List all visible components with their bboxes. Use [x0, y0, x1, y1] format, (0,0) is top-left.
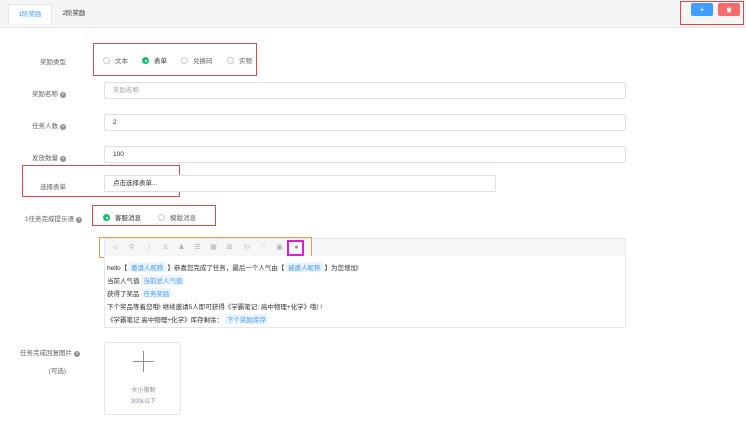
radio-dot [227, 56, 234, 64]
radio-label: 兑换码 [193, 58, 213, 65]
help-icon[interactable]: ? [60, 156, 66, 162]
issue-count-label: 发放数量? [32, 155, 66, 162]
help-icon[interactable]: ? [76, 217, 82, 223]
help-icon[interactable]: ? [74, 351, 80, 357]
help-icon[interactable]: ? [60, 124, 66, 130]
reward-name-input[interactable]: 奖励名称 [104, 82, 626, 99]
radio-label: 实物 [239, 58, 252, 65]
annotation-box-circle-tool [287, 240, 304, 256]
radio-dot [142, 56, 149, 64]
radio-label: 文本 [115, 58, 128, 65]
select-form-input[interactable]: 点击选择表单... [104, 175, 496, 192]
reply-image-label: 任务完成回复图片? [20, 350, 80, 357]
editor-line: 当前人气值 当前总人气值 [107, 275, 185, 285]
editor-line: 下个奖品等着您哦! 继续邀请5人即可获得《学霸笔记: 高中物理+化学》哦! ! [107, 304, 323, 311]
plus-icon-vertical [143, 351, 144, 372]
variable-tag[interactable]: 邀请人昵称 [129, 262, 166, 272]
message-editor[interactable]: hello【 邀请人昵称 】恭喜您完成了任务，最后一个人气由【 被邀人昵称 】为… [104, 256, 626, 328]
radio-label: 模版消息 [170, 215, 196, 222]
task-count-input[interactable]: 2 [104, 114, 626, 131]
variable-tag[interactable]: 下个奖励库存 [224, 314, 268, 324]
radio-text[interactable]: 文本 [103, 55, 128, 65]
task-count-label: 任务人数? [32, 123, 66, 130]
completion-tip-label: 1任务完成提示语? [24, 216, 82, 223]
radio-physical[interactable]: 实物 [227, 55, 252, 65]
issue-count-input[interactable]: 100 [104, 146, 626, 163]
variable-tag[interactable]: 被邀人昵称 [286, 262, 323, 272]
tab-bar: 1阶奖励 2阶奖励 + [0, 0, 746, 28]
help-icon[interactable]: ? [60, 92, 66, 98]
editor-line: hello【 邀请人昵称 】恭喜您完成了任务，最后一个人气由【 被邀人昵称 】为… [107, 262, 359, 272]
radio-dot [158, 213, 165, 221]
select-form-label: 选择表单 [40, 184, 66, 191]
radio-label: 表单 [154, 58, 167, 65]
tab-reward-2[interactable]: 2阶奖励 [54, 4, 94, 24]
radio-dot [181, 56, 188, 64]
radio-customer-service[interactable]: 客服消息 [103, 212, 141, 222]
radio-redeem-code[interactable]: 兑换码 [181, 55, 213, 65]
radio-template[interactable]: 模版消息 [158, 212, 196, 222]
annotation-box-toolbar [99, 237, 312, 258]
annotation-box-buttons [680, 1, 744, 25]
tab-reward-1[interactable]: 1阶奖励 [8, 4, 52, 24]
radio-form[interactable]: 表单 [142, 55, 167, 65]
editor-line: 获得了奖品 任务奖励 [107, 288, 172, 298]
reply-image-optional: (可选) [48, 368, 66, 375]
upload-size-hint: 大小限制 [131, 388, 156, 394]
radio-label: 客服消息 [115, 215, 141, 222]
reward-type-label: 奖励类型 [40, 59, 66, 66]
radio-dot [103, 56, 110, 64]
editor-line: 《学霸笔记 高中物理+化学》库存剩余： 下个奖励库存 [107, 314, 268, 324]
image-upload[interactable]: 大小限制 300k以下 [104, 342, 181, 415]
upload-size-limit: 300k以下 [130, 399, 156, 405]
radio-dot [103, 213, 110, 221]
variable-tag[interactable]: 任务奖励 [141, 288, 172, 298]
variable-tag[interactable]: 当前总人气值 [141, 275, 185, 285]
reward-name-label: 奖励名称? [32, 91, 66, 98]
